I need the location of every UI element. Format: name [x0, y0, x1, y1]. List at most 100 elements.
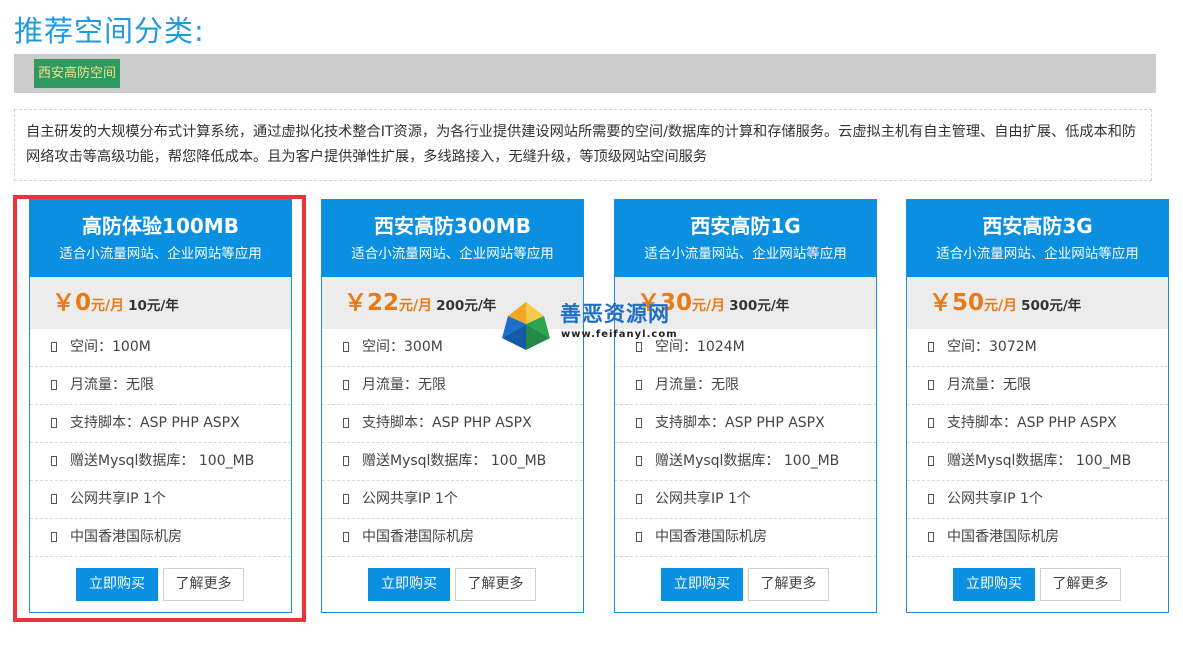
bullet-icon [928, 532, 934, 542]
bullet-icon [51, 494, 57, 504]
learn-more-button[interactable]: 了解更多 [748, 568, 829, 601]
feature-text: 公网共享IP 1个 [362, 491, 458, 507]
feature-text: 中国香港国际机房 [70, 529, 182, 545]
feature-item: 空间：300M [322, 329, 583, 367]
feature-text: 中国香港国际机房 [362, 529, 474, 545]
plan-price: ￥50 [929, 290, 985, 316]
bullet-icon [343, 342, 349, 352]
bullet-icon [636, 380, 642, 390]
learn-more-button[interactable]: 了解更多 [163, 568, 244, 601]
buy-now-button[interactable]: 立即购买 [953, 568, 1035, 601]
feature-item: 支持脚本：ASP PHP ASPX [615, 405, 876, 443]
feature-text: 支持脚本：ASP PHP ASPX [655, 415, 825, 431]
bullet-icon [51, 532, 57, 542]
feature-text: 公网共享IP 1个 [947, 491, 1043, 507]
feature-item: 中国香港国际机房 [615, 519, 876, 557]
feature-text: 赠送Mysql数据库： 100_MB [947, 453, 1132, 469]
plan-price-year: 10元/年 [128, 298, 179, 314]
plan-card: 西安高防1G 适合小流量网站、企业网站等应用 ￥30元/月 300元/年 空间：1… [614, 199, 877, 613]
feature-text: 月流量：无限 [362, 377, 446, 393]
feature-item: 赠送Mysql数据库： 100_MB [322, 443, 583, 481]
plan-card-header: 高防体验100MB 适合小流量网站、企业网站等应用 [30, 200, 291, 277]
feature-item: 赠送Mysql数据库： 100_MB [907, 443, 1168, 481]
feature-text: 支持脚本：ASP PHP ASPX [70, 415, 240, 431]
plan-price: ￥22 [344, 290, 400, 316]
feature-text: 赠送Mysql数据库： 100_MB [655, 453, 840, 469]
feature-item: 公网共享IP 1个 [615, 481, 876, 519]
feature-item: 月流量：无限 [907, 367, 1168, 405]
feature-text: 月流量：无限 [70, 377, 154, 393]
feature-text: 空间：100M [70, 339, 151, 355]
plan-title: 西安高防300MB [374, 214, 531, 238]
feature-item: 公网共享IP 1个 [322, 481, 583, 519]
feature-item: 支持脚本：ASP PHP ASPX [322, 405, 583, 443]
bullet-icon [928, 380, 934, 390]
learn-more-button[interactable]: 了解更多 [1040, 568, 1121, 601]
plan-card-header: 西安高防300MB 适合小流量网站、企业网站等应用 [322, 200, 583, 277]
bullet-icon [928, 342, 934, 352]
feature-text: 月流量：无限 [655, 377, 739, 393]
bullet-icon [343, 418, 349, 428]
plan-price-year: 300元/年 [729, 298, 790, 314]
plan-price-year: 200元/年 [436, 298, 497, 314]
feature-text: 支持脚本：ASP PHP ASPX [947, 415, 1117, 431]
feature-text: 赠送Mysql数据库： 100_MB [362, 453, 547, 469]
plan-subtitle: 适合小流量网站、企业网站等应用 [59, 246, 262, 262]
category-tab-bar: 西安高防空间 [14, 54, 1156, 93]
bullet-icon [51, 456, 57, 466]
feature-text: 空间：3072M [947, 339, 1037, 355]
plan-actions: 立即购买 了解更多 [322, 568, 583, 602]
bullet-icon [343, 380, 349, 390]
bullet-icon [928, 418, 934, 428]
plan-actions: 立即购买 了解更多 [615, 568, 876, 602]
bullet-icon [343, 456, 349, 466]
plan-price-row: ￥0元/月 10元/年 [30, 277, 291, 329]
plan-subtitle: 适合小流量网站、企业网站等应用 [644, 246, 847, 262]
feature-text: 空间：300M [362, 339, 443, 355]
plan-title: 西安高防3G [982, 214, 1093, 238]
feature-item: 空间：3072M [907, 329, 1168, 367]
service-description: 自主研发的大规模分布式计算系统，通过虚拟化技术整合IT资源，为各行业提供建设网站… [14, 109, 1152, 181]
feature-item: 月流量：无限 [615, 367, 876, 405]
feature-text: 月流量：无限 [947, 377, 1031, 393]
feature-text: 赠送Mysql数据库： 100_MB [70, 453, 255, 469]
bullet-icon [928, 494, 934, 504]
buy-now-button[interactable]: 立即购买 [368, 568, 450, 601]
plan-price-row: ￥30元/月 300元/年 [615, 277, 876, 329]
tab-xian-ddos-hosting[interactable]: 西安高防空间 [34, 59, 121, 88]
feature-item: 月流量：无限 [30, 367, 291, 405]
plan-title: 高防体验100MB [82, 214, 239, 238]
feature-item: 中国香港国际机房 [907, 519, 1168, 557]
feature-item: 空间：100M [30, 329, 291, 367]
plan-price-row: ￥50元/月 500元/年 [907, 277, 1168, 329]
feature-text: 中国香港国际机房 [947, 529, 1059, 545]
bullet-icon [51, 418, 57, 428]
feature-item: 支持脚本：ASP PHP ASPX [907, 405, 1168, 443]
bullet-icon [343, 494, 349, 504]
plan-subtitle: 适合小流量网站、企业网站等应用 [936, 246, 1139, 262]
feature-item: 赠送Mysql数据库： 100_MB [30, 443, 291, 481]
feature-item: 赠送Mysql数据库： 100_MB [615, 443, 876, 481]
plan-price-unit: 元/月 [692, 298, 726, 314]
bullet-icon [636, 494, 642, 504]
bullet-icon [928, 456, 934, 466]
buy-now-button[interactable]: 立即购买 [76, 568, 158, 601]
plan-price-unit: 元/月 [399, 298, 433, 314]
feature-text: 公网共享IP 1个 [655, 491, 751, 507]
plan-price-unit: 元/月 [984, 298, 1018, 314]
bullet-icon [51, 342, 57, 352]
bullet-icon [51, 380, 57, 390]
learn-more-button[interactable]: 了解更多 [455, 568, 536, 601]
plan-actions: 立即购买 了解更多 [907, 568, 1168, 602]
bullet-icon [636, 342, 642, 352]
feature-text: 支持脚本：ASP PHP ASPX [362, 415, 532, 431]
plan-price: ￥30 [637, 290, 693, 316]
feature-item: 支持脚本：ASP PHP ASPX [30, 405, 291, 443]
plan-card-header: 西安高防3G 适合小流量网站、企业网站等应用 [907, 200, 1168, 277]
feature-text: 公网共享IP 1个 [70, 491, 166, 507]
bullet-icon [343, 532, 349, 542]
buy-now-button[interactable]: 立即购买 [661, 568, 743, 601]
plan-price: ￥0 [52, 290, 92, 316]
feature-text: 中国香港国际机房 [655, 529, 767, 545]
page-title: 推荐空间分类: [14, 14, 205, 48]
